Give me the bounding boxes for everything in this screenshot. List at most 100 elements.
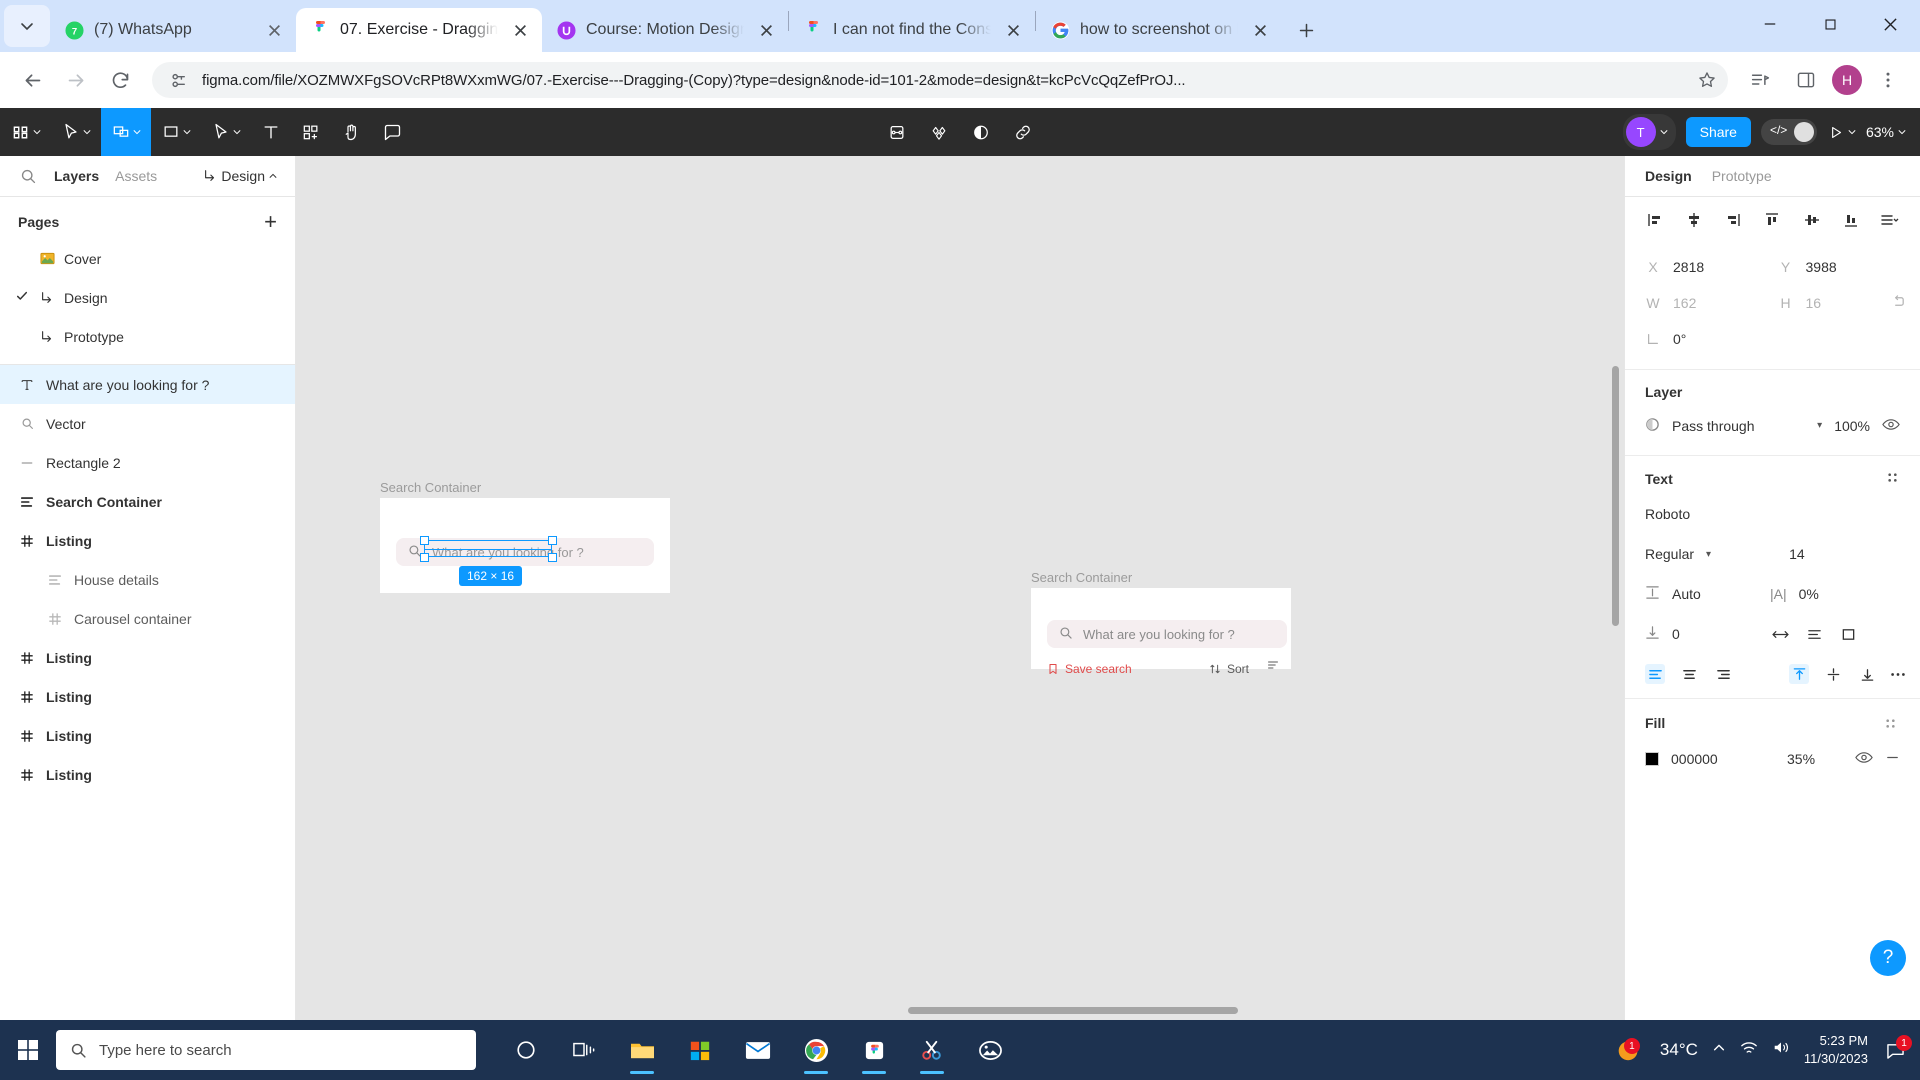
taskbar-clock[interactable]: 5:23 PM 11/30/2023 xyxy=(1804,1032,1868,1067)
fill-hex-value[interactable]: 000000 xyxy=(1671,751,1775,767)
layer-row-house-details[interactable]: House details xyxy=(0,560,295,599)
browser-tab-2[interactable]: Course: Motion Design w xyxy=(542,8,788,52)
task-view-icon[interactable] xyxy=(560,1024,608,1076)
filter-icon[interactable] xyxy=(1266,658,1280,670)
fill-color-swatch[interactable] xyxy=(1645,752,1659,766)
browser-tab-0[interactable]: 7 (7) WhatsApp xyxy=(50,8,296,52)
text-align-right-icon[interactable] xyxy=(1713,664,1733,684)
layer-row-vector[interactable]: Vector xyxy=(0,404,295,443)
remove-fill-icon[interactable] xyxy=(1885,750,1900,768)
close-icon[interactable] xyxy=(1001,18,1025,42)
link-icon[interactable] xyxy=(1013,122,1033,142)
move-tool[interactable] xyxy=(51,108,101,156)
site-settings-icon[interactable] xyxy=(168,69,190,91)
forward-button[interactable] xyxy=(56,60,96,100)
plugins-icon[interactable] xyxy=(929,122,949,142)
text-align-center-icon[interactable] xyxy=(1679,664,1699,684)
present-button[interactable] xyxy=(1827,124,1856,141)
zoom-level-control[interactable]: 63% xyxy=(1866,124,1906,140)
volume-icon[interactable] xyxy=(1772,1040,1790,1060)
layer-row-listing-5[interactable]: Listing xyxy=(0,755,295,794)
tab-prototype[interactable]: Prototype xyxy=(1712,168,1772,184)
resize-handle-tr[interactable] xyxy=(548,536,557,545)
layer-row-listing-2[interactable]: Listing xyxy=(0,638,295,677)
snipping-tool-icon[interactable] xyxy=(908,1024,956,1076)
comment-tool[interactable] xyxy=(372,108,413,156)
close-icon[interactable] xyxy=(754,18,778,42)
align-horizontal-center-icon[interactable] xyxy=(1684,210,1704,230)
search-icon[interactable] xyxy=(18,166,38,186)
chrome-menu-icon[interactable] xyxy=(1868,60,1908,100)
file-explorer-icon[interactable] xyxy=(618,1024,666,1076)
current-page-link[interactable]: Design xyxy=(203,168,277,184)
blend-mode-value[interactable]: Pass through xyxy=(1672,418,1805,434)
search-input-right[interactable]: What are you looking for ? xyxy=(1047,620,1287,648)
shape-tool[interactable] xyxy=(151,108,201,156)
font-size-value[interactable]: 14 xyxy=(1789,546,1805,562)
chrome-icon[interactable] xyxy=(792,1024,840,1076)
tab-layers[interactable]: Layers xyxy=(54,168,99,184)
dev-mode-toggle[interactable]: </> xyxy=(1760,119,1817,145)
side-panel-icon[interactable] xyxy=(1786,60,1826,100)
resize-handle-br[interactable] xyxy=(548,553,557,562)
save-search-action[interactable]: Save search xyxy=(1047,662,1132,676)
align-bottom-icon[interactable] xyxy=(1841,210,1861,230)
cortana-icon[interactable] xyxy=(502,1024,550,1076)
media-controls-icon[interactable] xyxy=(1740,60,1780,100)
align-vertical-center-icon[interactable] xyxy=(1802,210,1822,230)
add-page-button[interactable]: + xyxy=(264,211,277,233)
network-icon[interactable] xyxy=(1740,1040,1758,1060)
text-valign-top-icon[interactable] xyxy=(1789,664,1809,684)
tray-expand-icon[interactable] xyxy=(1712,1041,1726,1060)
font-family-row[interactable]: Roboto xyxy=(1625,494,1920,534)
page-item-design[interactable]: Design xyxy=(0,278,295,317)
letter-spacing-value[interactable]: 0% xyxy=(1799,586,1819,602)
height-field[interactable]: H 16 xyxy=(1778,287,1904,319)
browser-tab-4[interactable]: how to screenshot on hp xyxy=(1036,8,1282,52)
layer-row-listing-3[interactable]: Listing xyxy=(0,677,295,716)
resize-handle-tl[interactable] xyxy=(420,536,429,545)
taskbar-search-box[interactable]: Type here to search xyxy=(56,1030,476,1070)
minimize-button[interactable] xyxy=(1740,0,1800,48)
fill-visibility-eye-icon[interactable] xyxy=(1855,750,1873,768)
text-valign-middle-icon[interactable] xyxy=(1823,664,1843,684)
text-styles-icon[interactable] xyxy=(1885,470,1900,488)
tab-assets[interactable]: Assets xyxy=(115,168,157,184)
line-height-value[interactable]: Auto xyxy=(1672,586,1758,602)
constrain-proportions-icon[interactable] xyxy=(1891,294,1906,312)
fill-opacity-value[interactable]: 35% xyxy=(1787,751,1843,767)
share-button[interactable]: Share xyxy=(1685,117,1751,147)
text-tool[interactable] xyxy=(251,108,291,156)
contrast-icon[interactable] xyxy=(971,122,991,142)
chevron-down-icon[interactable]: ▾ xyxy=(1706,549,1711,560)
frame-label-left[interactable]: Search Container xyxy=(380,480,481,495)
notification-center-icon[interactable]: 1 xyxy=(1882,1035,1912,1063)
bookmark-star-icon[interactable] xyxy=(1696,69,1718,91)
rotation-field[interactable]: 0° xyxy=(1645,323,1768,355)
maximize-button[interactable] xyxy=(1800,0,1860,48)
canvas-vertical-scrollbar[interactable] xyxy=(1612,366,1619,626)
frame-label-right[interactable]: Search Container xyxy=(1031,570,1132,585)
figma-menu-button[interactable] xyxy=(0,108,51,156)
frame-tool[interactable] xyxy=(101,108,151,156)
resources-tool[interactable] xyxy=(291,108,331,156)
layer-row-text[interactable]: What are you looking for ? xyxy=(0,365,295,404)
hand-tool[interactable] xyxy=(331,108,372,156)
new-tab-button[interactable] xyxy=(1288,12,1324,48)
visibility-eye-icon[interactable] xyxy=(1882,417,1900,435)
resize-horizontal-icon[interactable] xyxy=(1770,624,1790,644)
align-left-icon[interactable] xyxy=(1645,210,1665,230)
start-button[interactable] xyxy=(0,1038,56,1062)
auto-height-icon[interactable] xyxy=(1804,624,1824,644)
page-item-cover[interactable]: Cover xyxy=(0,239,295,278)
layer-opacity-value[interactable]: 100% xyxy=(1834,418,1870,434)
browser-tab-1[interactable]: 07. Exercise - Dragging (C xyxy=(296,8,542,52)
text-more-options-icon[interactable] xyxy=(1889,664,1907,684)
canvas-horizontal-scrollbar[interactable] xyxy=(908,1007,1238,1014)
component-icon[interactable] xyxy=(887,122,907,142)
microsoft-store-icon[interactable] xyxy=(676,1024,724,1076)
address-bar[interactable]: figma.com/file/XOZMWXFgSOVcRPt8WXxmWG/07… xyxy=(152,62,1728,98)
align-right-icon[interactable] xyxy=(1723,210,1743,230)
pen-tool[interactable] xyxy=(201,108,251,156)
layer-row-listing-1[interactable]: Listing xyxy=(0,521,295,560)
